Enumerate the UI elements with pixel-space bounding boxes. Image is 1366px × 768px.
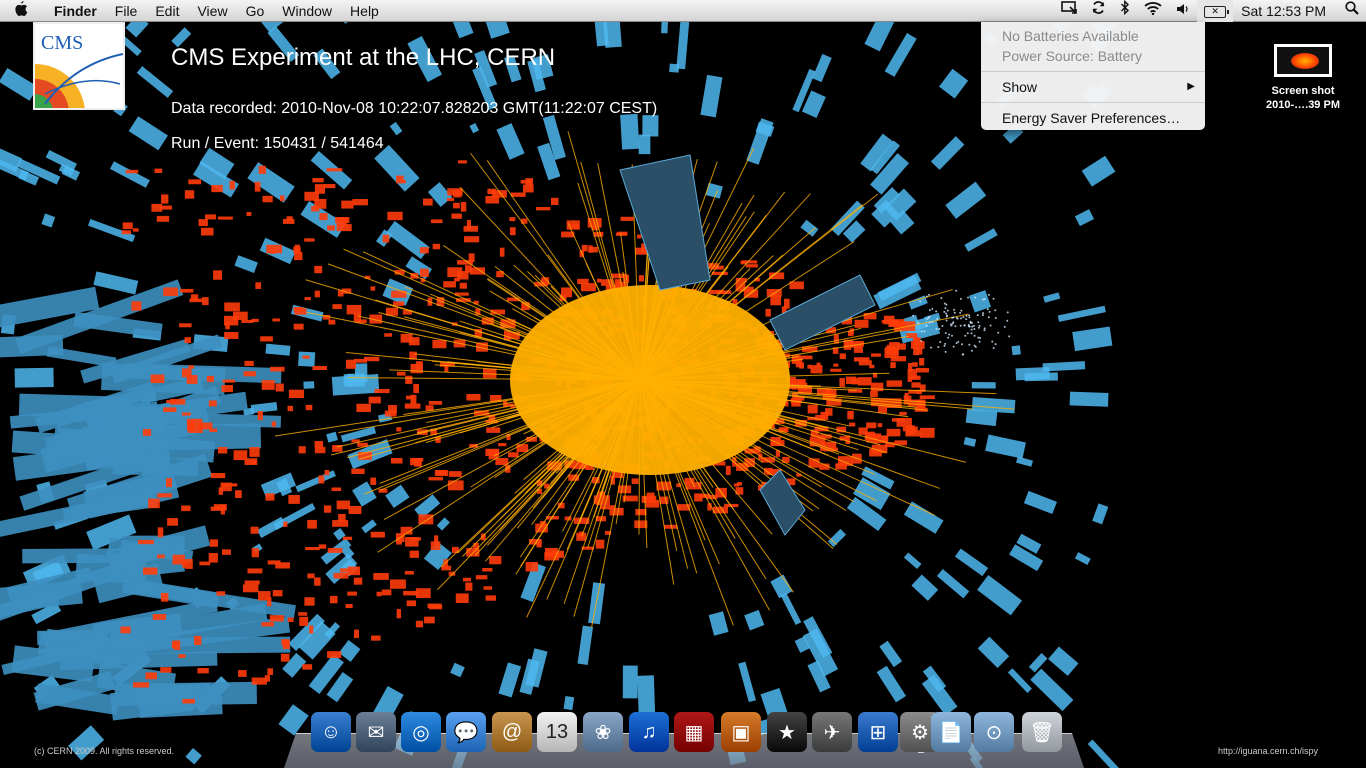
menu-edit[interactable]: Edit xyxy=(146,0,188,22)
file-name-line-1: Screen shot xyxy=(1271,85,1335,97)
data-recorded-text: Data recorded: 2010-Nov-08 10:22:07.8282… xyxy=(171,100,658,117)
menu-view[interactable]: View xyxy=(188,0,236,22)
safari-icon[interactable]: ◎ xyxy=(401,712,441,752)
menu-help[interactable]: Help xyxy=(341,0,388,22)
file-name-line-2: 2010-….39 PM xyxy=(1266,99,1340,111)
boot-camp-icon[interactable]: ⊞ xyxy=(858,712,898,752)
energy-saver-preferences-item[interactable]: Energy Saver Preferences… xyxy=(981,108,1205,128)
menu-separator xyxy=(981,71,1205,72)
event-title: CMS Experiment at the LHC, CERN xyxy=(171,44,556,71)
downloads-folder-icon[interactable]: ⊙ xyxy=(974,712,1014,752)
finder-icon[interactable]: ☺ xyxy=(311,712,351,752)
source-url-text: http://iguana.cern.ch/ispy xyxy=(1218,746,1319,756)
battery-status-icon[interactable]: ✕ xyxy=(1197,0,1234,22)
copyright-text: (c) CERN 2009. All rights reserved. xyxy=(34,746,175,756)
trash-icon[interactable]: 🗑 xyxy=(1022,712,1062,752)
mail-icon[interactable]: ✉ xyxy=(356,712,396,752)
documents-folder-icon[interactable]: 📄 xyxy=(931,712,971,752)
menu-finder[interactable]: Finder xyxy=(42,0,106,22)
menu-clock[interactable]: Sat 12:53 PM xyxy=(1233,3,1338,19)
dock: ☺ ✉ ◎ 💬 @13 ❀ ♫ ▦ ▣ ★ ✈ ⊞ ⚙ 📄 ⊙ 🗑 xyxy=(284,712,1084,768)
time-machine-icon[interactable]: ✈ xyxy=(812,712,852,752)
screenshot-thumbnail-icon xyxy=(1274,44,1332,77)
itunes-icon[interactable]: ♫ xyxy=(629,712,669,752)
cms-logo: CMS xyxy=(33,22,125,110)
menu-go[interactable]: Go xyxy=(237,0,274,22)
menu-window[interactable]: Window xyxy=(273,0,341,22)
cms-logo-text: CMS xyxy=(41,32,84,54)
apple-menu-icon[interactable] xyxy=(0,0,42,21)
battery-menu-dropdown: No Batteries Available Power Source: Bat… xyxy=(981,22,1205,130)
run-event-text: Run / Event: 150431 / 541464 xyxy=(171,135,384,152)
imovie-icon[interactable]: ★ xyxy=(767,712,807,752)
sync-icon[interactable] xyxy=(1084,0,1113,22)
address-book-icon[interactable]: @ xyxy=(492,712,532,752)
show-submenu-item[interactable]: Show ▶ xyxy=(981,77,1205,97)
wifi-icon[interactable] xyxy=(1137,0,1169,22)
photos-icon[interactable]: ▣ xyxy=(721,712,761,752)
bluetooth-icon[interactable] xyxy=(1113,0,1137,22)
menu-bar: Finder File Edit View Go Window Help ✕ S… xyxy=(0,0,1366,22)
ichat-icon[interactable]: 💬 xyxy=(446,712,486,752)
menu-file[interactable]: File xyxy=(106,0,147,22)
submenu-arrow-icon: ▶ xyxy=(1187,81,1195,92)
power-source-line: Power Source: Battery xyxy=(1002,48,1143,64)
battery-status-line: No Batteries Available xyxy=(1002,28,1139,44)
show-label: Show xyxy=(1002,79,1038,95)
menu-separator xyxy=(981,102,1205,103)
spotlight-search-icon[interactable] xyxy=(1338,0,1366,22)
screen-sharing-icon[interactable] xyxy=(1054,0,1084,22)
iphoto-icon[interactable]: ❀ xyxy=(583,712,623,752)
volume-icon[interactable] xyxy=(1169,0,1197,22)
photo-booth-icon[interactable]: ▦ xyxy=(674,712,714,752)
screenshot-file-icon[interactable]: Screen shot 2010-….39 PM xyxy=(1254,44,1352,112)
ical-icon[interactable]: 13 xyxy=(537,712,577,752)
